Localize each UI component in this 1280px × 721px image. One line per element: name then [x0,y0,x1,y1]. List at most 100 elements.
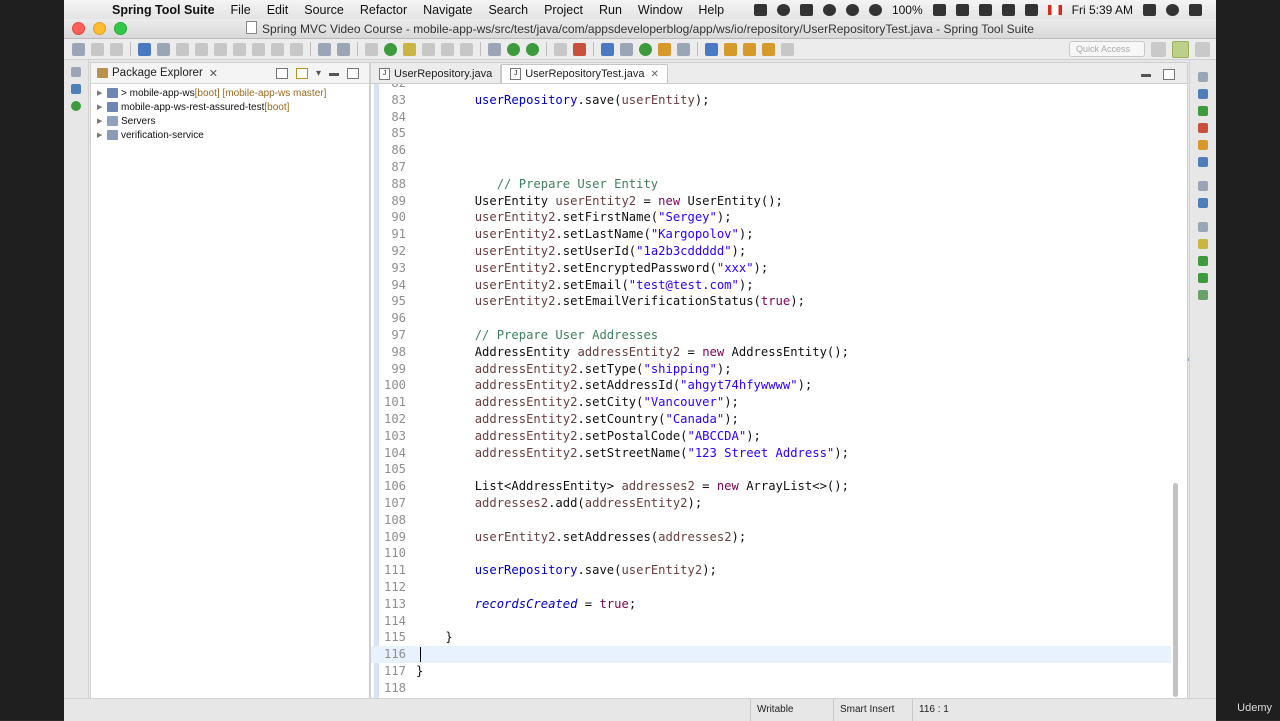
code-line[interactable]: 98 AddressEntity addressEntity2 = new Ad… [371,344,1171,361]
menu-search[interactable]: Search [480,3,536,17]
display-icon[interactable] [978,3,992,16]
outline-icon[interactable] [1198,89,1208,99]
code-line[interactable]: 83 userRepository.save(userEntity); [371,92,1171,109]
wifi-icon[interactable] [1001,3,1015,16]
next-annotation-icon[interactable] [724,42,737,56]
code-line[interactable]: 89 UserEntity userEntity2 = new UserEnti… [371,193,1171,210]
step-return-icon[interactable] [290,42,303,56]
spring-perspective-icon[interactable] [1172,40,1189,58]
collapse-all-icon[interactable] [275,67,288,79]
toggle-markers-icon[interactable] [318,42,331,56]
save-all-icon[interactable] [110,42,123,56]
progress-icon[interactable] [1198,239,1208,249]
code-line[interactable]: 106 List<AddressEntity> addresses2 = new… [371,478,1171,495]
tab-user-repository[interactable]: J UserRepository.java [371,65,502,83]
declaration-icon[interactable] [1198,157,1208,167]
menu-project[interactable]: Project [536,3,591,17]
code-line[interactable]: 86 [371,142,1171,159]
code-line[interactable]: 110 [371,545,1171,562]
code-line[interactable]: 95 userEntity2.setEmailVerificationStatu… [371,293,1171,310]
code-line[interactable]: 103 addressEntity2.setPostalCode("ABCCDA… [371,428,1171,445]
hierarchy-icon[interactable] [71,84,81,94]
code-line[interactable]: 105 [371,461,1171,478]
resume-icon[interactable] [176,42,189,56]
code-line[interactable]: 115 } [371,629,1171,646]
code-line[interactable]: 92 userEntity2.setUserId("1a2b3cddddd"); [371,243,1171,260]
close-window-button[interactable] [72,22,85,35]
tasks-icon[interactable] [1198,106,1208,116]
tree-item-project[interactable]: ▶ > mobile-app-ws [boot] [mobile-app-ws m… [91,86,369,100]
save-icon[interactable] [91,42,104,56]
tray-app-icon[interactable] [753,3,767,16]
code-line[interactable]: 108 [371,512,1171,529]
expand-arrow-icon[interactable]: ▶ [97,131,107,139]
code-line[interactable]: 116 [371,646,1171,664]
notification-center-icon[interactable] [1189,3,1202,16]
new-spring-project-icon[interactable] [573,42,586,56]
maximize-view-icon[interactable] [347,67,359,79]
minimize-editor-icon[interactable]: ▬ [1141,69,1151,80]
input-source-flag-icon[interactable] [1047,4,1062,15]
code-line[interactable]: 91 userEntity2.setLastName("Kargopolov")… [371,226,1171,243]
expand-arrow-icon[interactable]: ▶ [97,89,107,97]
code-line[interactable]: 111 userRepository.save(userEntity2); [371,562,1171,579]
code-line[interactable]: 84 [371,109,1171,126]
code-line[interactable]: 109 userEntity2.setAddresses(addresses2)… [371,529,1171,546]
javadoc-icon[interactable] [1198,140,1208,150]
code-line[interactable]: 113 recordsCreated = true; [371,596,1171,613]
user-avatar-icon[interactable] [1166,3,1179,16]
highlight-icon[interactable] [403,42,416,56]
code-line[interactable]: 85 [371,125,1171,142]
package-explorer-title[interactable]: Package Explorer [112,67,203,79]
suspend-icon[interactable] [195,42,208,56]
volume-icon[interactable] [1024,3,1038,16]
code-line[interactable]: 87 [371,159,1171,176]
new-icon[interactable] [72,42,85,56]
close-tab-icon[interactable]: ✕ [650,69,658,80]
junit-icon[interactable] [1198,273,1208,283]
menu-refactor[interactable]: Refactor [352,3,415,17]
terminate-icon[interactable] [214,42,227,56]
minimize-view-icon[interactable]: ▬ [329,68,339,79]
open-perspective-icon[interactable] [1151,41,1166,57]
step-into-icon[interactable] [252,42,265,56]
search-icon[interactable] [677,42,690,56]
menu-help[interactable]: Help [690,3,732,17]
expand-arrow-icon[interactable]: ▶ [97,117,107,125]
servers-icon[interactable] [1198,256,1208,266]
open-type-icon[interactable] [658,42,671,56]
link-with-editor-icon[interactable] [295,67,308,79]
menu-edit[interactable]: Edit [259,3,297,17]
tray-sync-icon[interactable] [845,3,859,16]
debug-perspective-icon[interactable] [1195,41,1210,57]
code-line[interactable]: 96 [371,310,1171,327]
toggle-breadcrumb-icon[interactable] [138,42,151,56]
tray-globe-icon[interactable] [776,3,790,16]
show-whitespace-icon[interactable] [422,42,435,56]
back-icon[interactable] [762,42,775,56]
restore-icon[interactable] [1198,181,1208,191]
previous-annotation-icon[interactable] [743,42,756,56]
close-view-icon[interactable]: ✕ [209,67,218,80]
disconnect-icon[interactable] [233,42,246,56]
bluetooth-icon[interactable] [955,3,969,16]
boot-dashboard-icon[interactable] [71,101,81,111]
skip-breakpoints-icon[interactable] [157,42,170,56]
vertical-scrollbar-thumb[interactable] [1173,483,1178,697]
run-icon[interactable] [507,42,520,56]
tree-item-project[interactable]: ▶ verification-service [91,128,369,142]
code-line[interactable]: 88 // Prepare User Entity [371,176,1171,193]
pin-editor-icon[interactable] [460,42,473,56]
new-java-project-icon[interactable] [601,42,614,56]
coverage-icon[interactable] [554,42,567,56]
code-line[interactable]: 104 addressEntity2.setStreetName("123 St… [371,445,1171,462]
maximize-editor-icon[interactable] [1163,68,1175,80]
run-external-tools-icon[interactable] [526,42,539,56]
code-line[interactable]: 114 [371,613,1171,630]
word-wrap-icon[interactable] [441,42,454,56]
restore-icon[interactable] [1198,222,1208,232]
debug-icon[interactable] [488,42,501,56]
code-line[interactable]: 112 [371,579,1171,596]
restore-icon[interactable] [1198,72,1208,82]
code-line[interactable]: 93 userEntity2.setEncryptedPassword("xxx… [371,260,1171,277]
